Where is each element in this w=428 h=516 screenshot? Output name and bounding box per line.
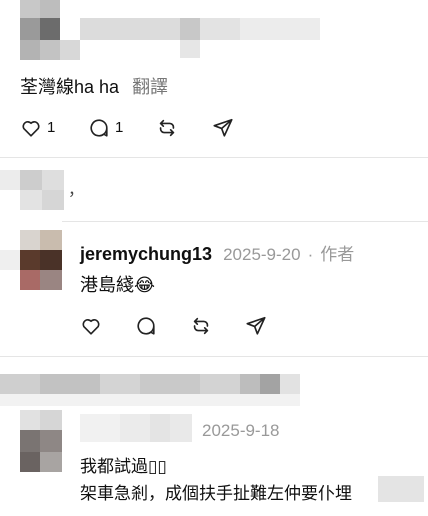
post-3-line-1: 我都試過▯▯ bbox=[80, 457, 167, 476]
blurred-text bbox=[378, 476, 424, 502]
heart-icon[interactable] bbox=[80, 315, 102, 337]
reply-text: 港島綫😂 bbox=[80, 275, 156, 295]
reply-count: 1 bbox=[115, 119, 124, 136]
timestamp: 2025-9-18 bbox=[202, 421, 280, 440]
divider bbox=[0, 157, 428, 158]
post-2-text: ， bbox=[68, 182, 85, 199]
like-count: 1 bbox=[47, 119, 56, 136]
comment-icon[interactable] bbox=[135, 315, 157, 337]
comment-icon[interactable] bbox=[88, 117, 110, 139]
heart-icon[interactable] bbox=[20, 117, 42, 139]
divider bbox=[62, 221, 428, 222]
username[interactable]: jeremychung13 bbox=[80, 244, 212, 264]
author-badge: 作者 bbox=[320, 245, 355, 264]
repost-icon[interactable] bbox=[190, 315, 212, 337]
divider bbox=[0, 356, 428, 357]
send-icon[interactable] bbox=[245, 315, 267, 337]
translate-link[interactable]: 翻譯 bbox=[132, 77, 168, 97]
repost-icon[interactable] bbox=[156, 117, 178, 139]
timestamp: 2025-9-20 bbox=[223, 245, 301, 264]
post-text: 荃灣線ha ha 翻譯 bbox=[20, 77, 169, 97]
reply-header: jeremychung13 2025-9-20 · 作者 bbox=[80, 240, 354, 265]
post-3-line-2: 架車急剎，成個扶手扯難左仲要仆埋 bbox=[80, 484, 352, 503]
separator: · bbox=[307, 245, 314, 264]
send-icon[interactable] bbox=[212, 117, 234, 139]
